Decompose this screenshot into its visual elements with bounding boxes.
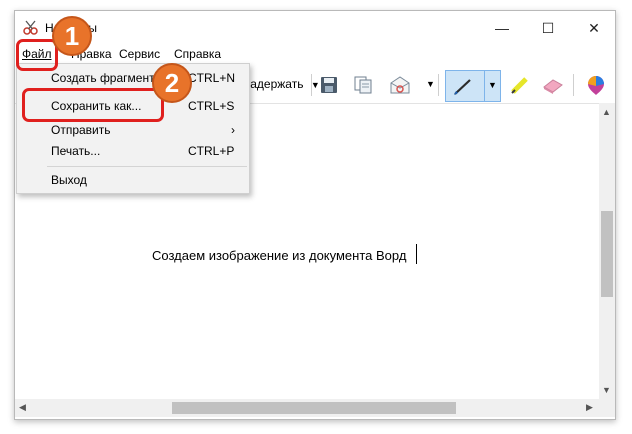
highlight-file-menu xyxy=(16,39,58,71)
eraser-icon[interactable] xyxy=(541,75,565,98)
maximize-icon: ☐ xyxy=(541,19,555,36)
maximize-button[interactable]: ☐ xyxy=(525,13,571,43)
menu-help[interactable]: Справка xyxy=(174,47,221,61)
toolbar-separator xyxy=(438,74,439,96)
save-icon[interactable] xyxy=(320,76,338,97)
menu-item-label: Создать фрагмент xyxy=(51,71,155,85)
horizontal-scrollbar[interactable]: ◀ ▶ xyxy=(15,399,599,417)
minimize-icon: — xyxy=(495,20,509,36)
delay-button[interactable]: Задержать ▼ xyxy=(243,77,320,91)
paint3d-icon[interactable] xyxy=(586,74,606,99)
menu-item-label: Выход xyxy=(51,173,87,187)
pen-chevron-down-icon[interactable]: ▼ xyxy=(488,80,497,90)
scroll-up-icon[interactable]: ▲ xyxy=(602,107,611,117)
close-button[interactable]: ✕ xyxy=(571,13,617,43)
delay-label: Задержать xyxy=(243,77,304,91)
text-cursor xyxy=(416,244,417,264)
minimize-button[interactable]: — xyxy=(479,13,525,43)
scrollbar-corner xyxy=(599,399,615,417)
step-badge-2: 2 xyxy=(152,63,192,103)
pen-split-divider xyxy=(484,71,485,101)
pen-icon xyxy=(452,77,474,100)
file-menu-dropdown: Создать фрагмент CTRL+N Сохранить как...… xyxy=(16,63,250,194)
menu-service[interactable]: Сервис xyxy=(119,47,160,61)
document-text: Создаем изображение из документа Ворд xyxy=(152,248,407,263)
scissors-app-icon xyxy=(23,20,39,36)
menu-item-exit[interactable]: Выход xyxy=(17,168,249,192)
highlighter-icon[interactable] xyxy=(509,74,531,99)
horizontal-scroll-thumb[interactable] xyxy=(172,402,456,414)
chevron-down-icon: ▼ xyxy=(310,80,320,90)
send-dropdown-chevron-icon[interactable]: ▼ xyxy=(426,79,435,89)
scroll-left-icon[interactable]: ◀ xyxy=(19,402,26,413)
title-bar[interactable]: Ножницы — ☐ ✕ xyxy=(15,11,615,45)
close-icon: ✕ xyxy=(588,19,600,36)
vertical-scrollbar[interactable]: ▲ ▼ xyxy=(599,103,615,399)
vertical-scroll-thumb[interactable] xyxy=(601,211,613,297)
pen-button[interactable]: ▼ xyxy=(445,70,501,102)
send-mail-icon[interactable] xyxy=(389,75,411,98)
scroll-down-icon[interactable]: ▼ xyxy=(602,385,611,395)
step-badge-1: 1 xyxy=(52,16,92,56)
menu-item-label: Печать... xyxy=(51,144,101,158)
menu-item-shortcut: CTRL+N xyxy=(188,71,236,85)
menu-item-shortcut: CTRL+P xyxy=(188,144,235,158)
scroll-right-icon[interactable]: ▶ xyxy=(586,402,593,413)
menu-separator xyxy=(47,166,247,167)
highlight-save-as xyxy=(22,88,164,122)
toolbar-separator xyxy=(311,74,312,96)
copy-icon[interactable] xyxy=(353,75,373,98)
menu-item-print[interactable]: Печать... CTRL+P xyxy=(17,139,249,163)
toolbar-separator xyxy=(573,74,574,96)
menu-item-shortcut: CTRL+S xyxy=(188,99,235,113)
